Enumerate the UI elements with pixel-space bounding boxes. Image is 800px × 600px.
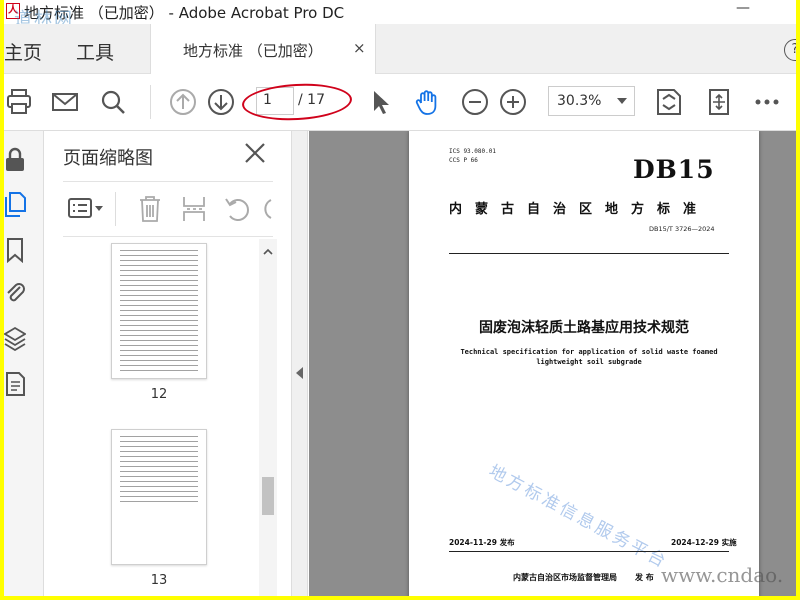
db-mark: DB15 [633, 155, 715, 184]
layers-icon[interactable] [4, 325, 26, 351]
page-thumbnail[interactable] [111, 429, 207, 565]
thumbnail-toolbar [63, 181, 273, 237]
close-panel-icon[interactable] [243, 141, 267, 165]
content-icon[interactable] [4, 371, 26, 397]
page-thumbnails-panel: 页面缩略图 12 13 [45, 131, 292, 596]
tab-tools[interactable]: 工具 [76, 38, 114, 65]
thumbnail-page-number: 13 [150, 573, 168, 588]
close-tab-icon[interactable]: × [353, 39, 366, 57]
standard-title-en: Technical specification for application … [459, 347, 719, 367]
pdf-page: ICS 93.080.01 CCS P 66 DB15 内蒙古自治区地方标准 D… [409, 131, 759, 596]
main-toolbar: 1 / 17 30.3% [4, 75, 796, 131]
issue-label: 发 布 [635, 573, 654, 582]
title-en-line: Technical specification for application … [460, 348, 718, 356]
fit-page-icon[interactable] [654, 87, 684, 117]
previous-page-icon[interactable] [168, 87, 198, 117]
standard-title-cn: 固废泡沫轻质土路基应用技术规范 [479, 320, 689, 336]
issuing-authority: 内蒙古自治区市场监督管理局 [513, 573, 617, 582]
zoom-in-icon[interactable] [498, 87, 528, 117]
more-options-icon[interactable] [752, 87, 782, 117]
document-tab-label: 地方标准 （已加密） [183, 42, 323, 60]
page-thumbnails-icon[interactable] [4, 191, 26, 217]
zoom-value: 30.3% [557, 93, 602, 109]
attachment-icon[interactable] [4, 279, 26, 305]
ics-line: ICS 93.080.01 [449, 148, 496, 155]
tab-home[interactable]: 主页 [4, 38, 42, 65]
thumbnail-text-lines [120, 250, 198, 372]
platform-watermark: 地方标准信息服务平台 [485, 461, 672, 573]
email-icon[interactable] [50, 87, 80, 117]
hand-tool-icon[interactable] [412, 87, 442, 117]
standard-code: DB15/T 3726—2024 [649, 225, 715, 233]
thumbnail-scrollbar[interactable] [259, 239, 277, 596]
thumbnail-text-lines [120, 436, 198, 504]
rotate-counterclockwise-icon[interactable] [223, 194, 251, 224]
thumbnail-list: 12 13 [45, 239, 292, 596]
zoom-level-dropdown[interactable]: 30.3% [548, 86, 635, 116]
bookmark-icon[interactable] [4, 237, 26, 263]
print-icon[interactable] [4, 87, 34, 117]
header-rule [449, 253, 729, 254]
panel-title: 页面缩略图 [63, 148, 153, 169]
collapse-arrow-icon [296, 367, 303, 379]
ccs-line: CCS P 66 [449, 157, 478, 164]
select-cursor-icon[interactable] [366, 87, 396, 117]
acrobat-window: 人 地方标准 （已加密） - Adobe Acrobat Pro DC 道林网 … [4, 0, 796, 596]
site-watermark: www.cndao. [661, 563, 784, 587]
ics-code: ICS 93.080.01 CCS P 66 [449, 147, 496, 165]
tab-document[interactable]: 地方标准 （已加密） × [150, 24, 376, 74]
document-view[interactable]: ICS 93.080.01 CCS P 66 DB15 内蒙古自治区地方标准 D… [309, 131, 796, 596]
delete-page-icon[interactable] [137, 194, 163, 224]
chevron-down-icon [617, 98, 627, 104]
scrollbar-thumb[interactable] [262, 477, 274, 515]
toolbar-separator [150, 85, 151, 119]
scroll-up-icon[interactable] [263, 247, 273, 257]
full-screen-icon[interactable] [704, 87, 734, 117]
thumbnail-options-icon[interactable] [67, 196, 105, 222]
page-thumbnail[interactable] [111, 243, 207, 379]
search-icon[interactable] [98, 87, 128, 117]
title-en-line: lightweight soil subgrade [536, 358, 642, 366]
publish-date: 2024-11-29 发布 [449, 538, 515, 547]
title-bar: 人 地方标准 （已加密） - Adobe Acrobat Pro DC 道林网 … [4, 0, 796, 30]
standard-issuer: 内蒙古自治区地方标准 [449, 202, 710, 217]
next-page-icon[interactable] [206, 87, 236, 117]
insert-page-icon[interactable] [181, 194, 207, 224]
zoom-out-icon[interactable] [460, 87, 490, 117]
tab-bar: 主页 工具 地方标准 （已加密） × ? [4, 24, 796, 74]
footer-rule [449, 551, 729, 552]
rotate-clockwise-icon[interactable] [261, 194, 273, 224]
navigation-rail [4, 131, 44, 596]
help-button[interactable]: ? [784, 39, 796, 61]
minimize-button[interactable]: — [736, 0, 750, 16]
thumbnail-page-number: 12 [150, 387, 168, 402]
panel-tool-separator [115, 192, 116, 226]
panel-collapse-handle[interactable] [292, 131, 308, 596]
implement-date: 2024-12-29 实施 [671, 538, 737, 547]
lock-icon[interactable] [4, 147, 26, 173]
